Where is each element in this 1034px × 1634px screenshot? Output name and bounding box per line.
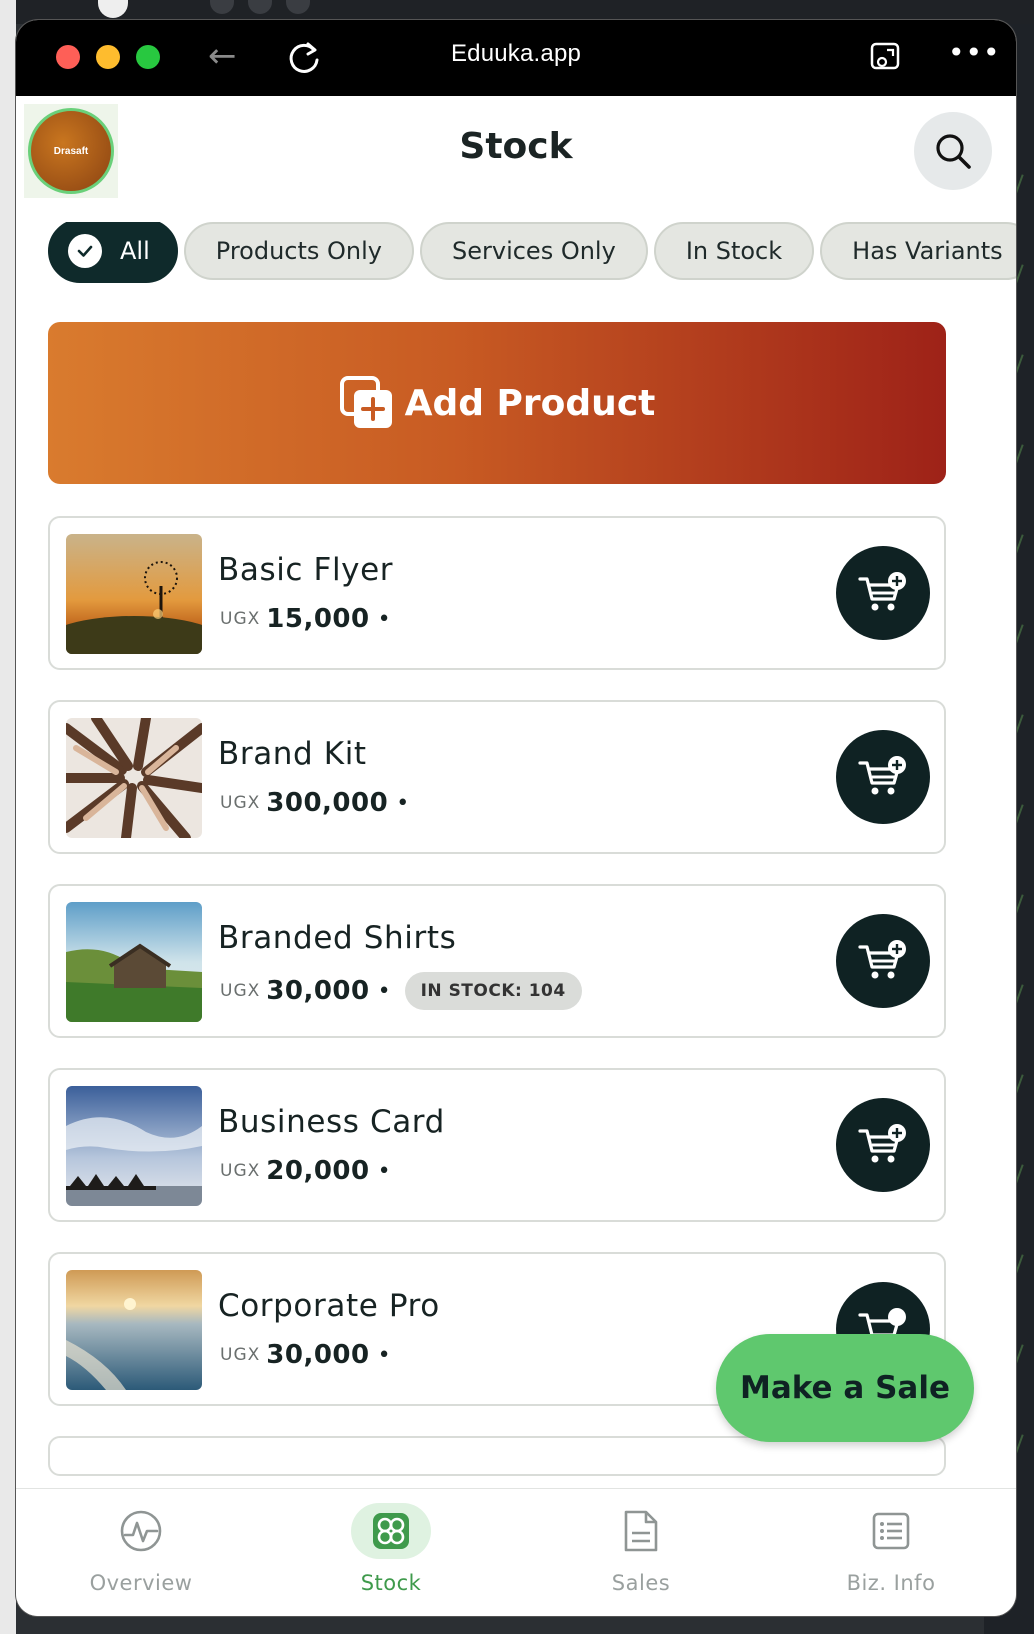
app-header: Drasaft Stock	[16, 96, 1016, 214]
nav-label: Sales	[611, 1571, 671, 1595]
filter-chip-has-variants[interactable]: Has Variants	[820, 222, 1016, 280]
product-card[interactable]: Branded Shirts UGX 30,000 • IN STOCK: 10…	[48, 884, 946, 1038]
filter-chip-label: Has Variants	[852, 237, 1003, 265]
cart-plus-icon	[858, 756, 906, 795]
cart-plus-icon	[858, 940, 906, 979]
currency-label: UGX	[220, 981, 261, 1001]
activity-icon	[101, 1503, 181, 1559]
filter-chip-all[interactable]: All	[48, 222, 178, 283]
product-card[interactable]: Basic Flyer UGX 15,000 •	[48, 516, 946, 670]
currency-label: UGX	[220, 1161, 261, 1181]
product-price: UGX 30,000 • IN STOCK: 104	[220, 972, 582, 1010]
background-dot	[210, 0, 234, 14]
add-to-cart-button[interactable]	[836, 546, 930, 640]
page-title: Stock	[459, 126, 573, 167]
filter-chip-label: Services Only	[452, 237, 616, 265]
product-price: UGX 300,000 •	[220, 788, 409, 818]
price-amount: 300,000	[266, 788, 389, 818]
price-amount: 15,000	[266, 604, 370, 634]
add-to-cart-button[interactable]	[836, 914, 930, 1008]
search-button[interactable]	[914, 112, 992, 190]
add-product-label: Add Product	[404, 382, 656, 424]
add-product-button[interactable]: Add Product	[48, 322, 946, 484]
product-name: Brand Kit	[218, 736, 367, 772]
bottom-navigation: Overview Stock Sales Biz. Info	[16, 1488, 1016, 1616]
currency-label: UGX	[220, 793, 261, 813]
filter-chip-in-stock[interactable]: In Stock	[653, 222, 815, 280]
separator-dot: •	[377, 1342, 391, 1368]
cast-icon[interactable]	[868, 40, 902, 74]
browser-window: ← Eduuka.app ••• Drasaft Stock All Produ…	[16, 20, 1016, 1616]
nav-overview[interactable]: Overview	[16, 1489, 266, 1616]
product-card[interactable]: Brand Kit UGX 300,000 •	[48, 700, 946, 854]
filter-chip-label: Products Only	[215, 237, 382, 265]
product-card[interactable]: Business Card UGX 20,000 •	[48, 1068, 946, 1222]
separator-dot: •	[377, 1158, 391, 1184]
url-text: Eduuka.app	[450, 40, 582, 67]
github-icon	[98, 0, 128, 18]
product-card[interactable]	[48, 1436, 946, 1476]
product-image-hut-meadow	[66, 902, 202, 1022]
document-icon	[601, 1503, 681, 1559]
product-price: UGX 20,000 •	[220, 1156, 391, 1186]
nav-biz-info[interactable]: Biz. Info	[766, 1489, 1016, 1616]
product-image-sea-sunset	[66, 1270, 202, 1390]
box-icon	[351, 1503, 431, 1559]
product-price: UGX 15,000 •	[220, 604, 391, 634]
more-options-icon[interactable]: •••	[948, 36, 1001, 69]
filter-chip-services-only[interactable]: Services Only	[420, 222, 648, 280]
filter-chips: All Products Only Services Only In Stock Ha…	[48, 222, 1016, 286]
list-icon	[851, 1503, 931, 1559]
nav-label: Stock	[360, 1571, 422, 1595]
add-to-cart-button[interactable]	[836, 730, 930, 824]
product-image-sky-huts	[66, 1086, 202, 1206]
currency-label: UGX	[220, 1345, 261, 1365]
price-amount: 30,000	[266, 1340, 370, 1370]
nav-label: Overview	[89, 1571, 193, 1595]
product-name: Business Card	[218, 1104, 445, 1140]
add-copy-icon	[339, 376, 392, 428]
check-icon	[68, 234, 102, 268]
separator-dot: •	[377, 978, 391, 1004]
separator-dot: •	[377, 606, 391, 632]
product-image-sunset-tree	[66, 534, 202, 654]
nav-sales[interactable]: Sales	[516, 1489, 766, 1616]
cart-plus-icon	[858, 1124, 906, 1163]
desktop-background-left	[0, 0, 16, 1634]
product-name: Basic Flyer	[218, 552, 394, 588]
product-name: Corporate Pro	[218, 1288, 440, 1324]
price-amount: 30,000	[266, 976, 370, 1006]
search-icon	[936, 134, 971, 169]
cart-plus-icon	[858, 572, 906, 611]
add-to-cart-button[interactable]	[836, 1098, 930, 1192]
price-amount: 20,000	[266, 1156, 370, 1186]
currency-label: UGX	[220, 609, 261, 629]
filter-chip-label: All	[120, 237, 150, 265]
background-dot	[286, 0, 310, 14]
filter-chip-label: In Stock	[685, 237, 783, 265]
nav-label: Biz. Info	[846, 1571, 936, 1595]
stock-badge: IN STOCK: 104	[404, 972, 582, 1010]
separator-dot: •	[396, 790, 410, 816]
nav-stock[interactable]: Stock	[266, 1489, 516, 1616]
product-image-hands-circle	[66, 718, 202, 838]
product-price: UGX 30,000 •	[220, 1340, 391, 1370]
product-name: Branded Shirts	[218, 920, 457, 956]
make-a-sale-button[interactable]: Make a Sale	[716, 1334, 974, 1442]
browser-titlebar: ← Eduuka.app •••	[16, 20, 1016, 96]
filter-chip-products-only[interactable]: Products Only	[183, 222, 414, 280]
background-dot	[248, 0, 272, 14]
